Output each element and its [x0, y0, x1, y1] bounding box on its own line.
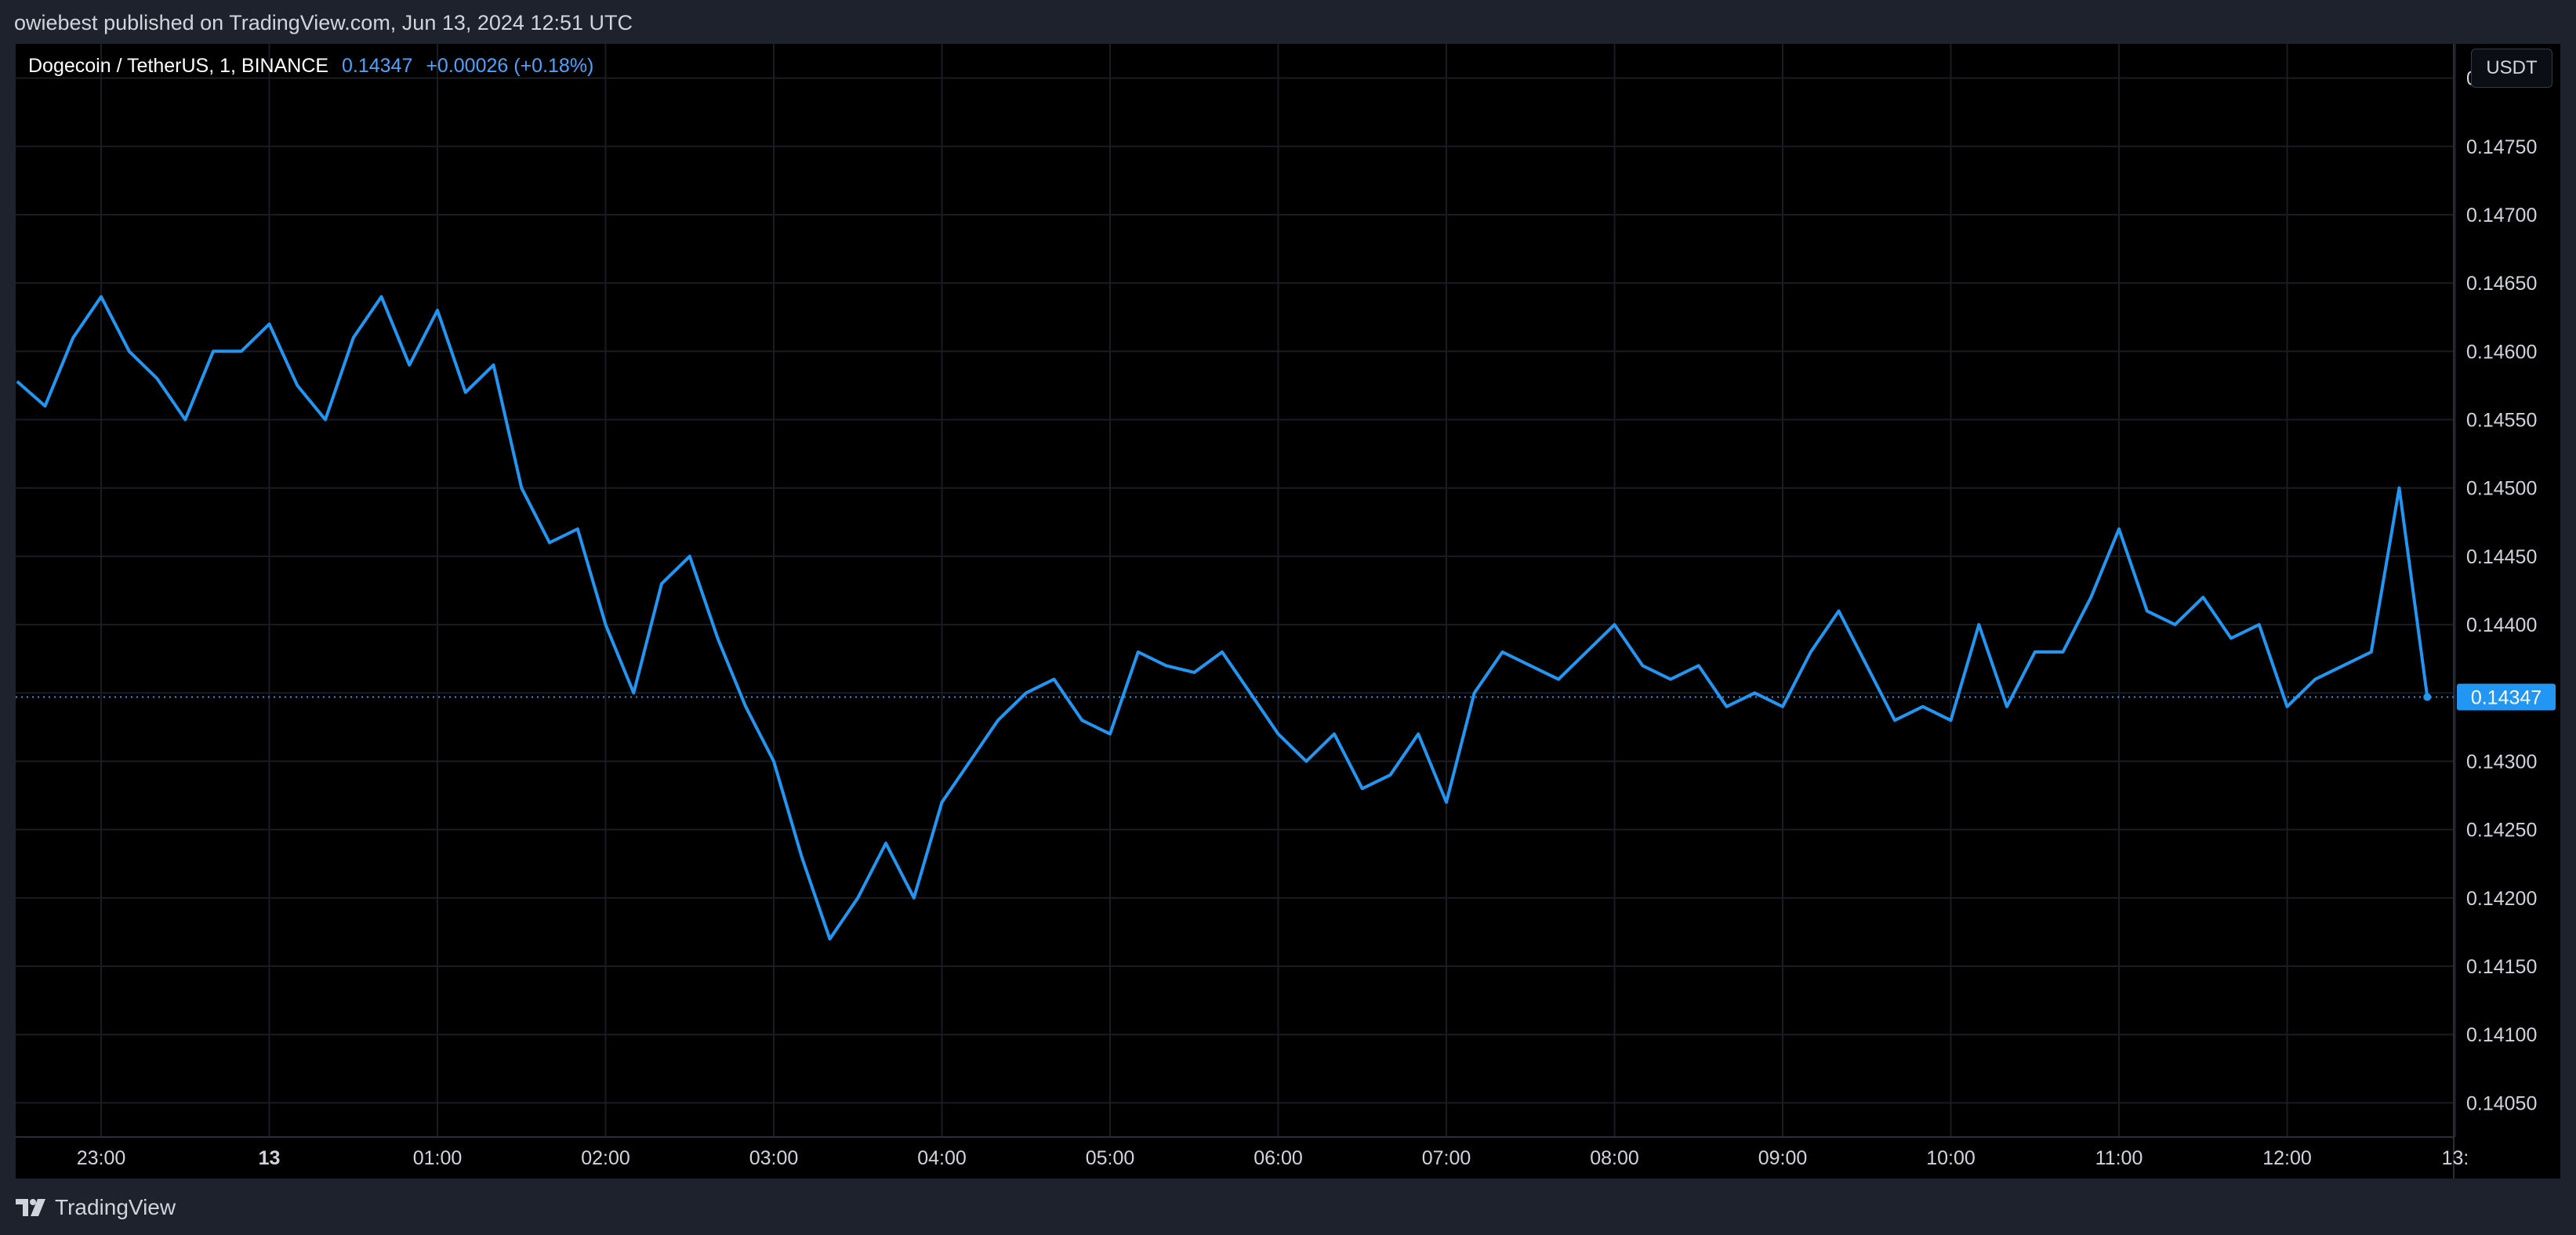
y-tick-label: 0.14600 — [2466, 341, 2537, 363]
y-tick-label: 0.14650 — [2466, 273, 2537, 295]
x-tick-label: 12:00 — [2262, 1147, 2312, 1169]
y-tick-label: 0.14250 — [2466, 820, 2537, 842]
x-tick-label: 13 — [259, 1147, 281, 1169]
x-tick-label: 06:00 — [1254, 1147, 1303, 1169]
legend-last-price: 0.14347 — [342, 55, 413, 77]
y-tick-label: 0.14450 — [2466, 546, 2537, 568]
y-tick-label: 0.14400 — [2466, 614, 2537, 636]
tradingview-brand[interactable]: TradingView — [14, 1194, 176, 1221]
y-tick-label: 0.14050 — [2466, 1092, 2537, 1114]
y-tick-label: 0.14750 — [2466, 136, 2537, 158]
publish-info-text: owiebest published on TradingView.com, J… — [14, 11, 633, 34]
x-tick-label: 09:00 — [1758, 1147, 1808, 1169]
symbol-legend: Dogecoin / TetherUS, 1, BINANCE 0.14347 … — [28, 55, 593, 78]
x-tick-label: 23:00 — [77, 1147, 126, 1169]
x-tick-label: 04:00 — [917, 1147, 967, 1169]
chart-area[interactable]: 0.148000.147500.147000.146500.146000.145… — [16, 44, 2560, 1179]
y-tick-label: 0.14300 — [2466, 751, 2537, 773]
x-tick-label: 02:00 — [581, 1147, 630, 1169]
tradingview-brand-text: TradingView — [55, 1195, 176, 1219]
x-tick-label: 11:00 — [2095, 1147, 2143, 1169]
y-tick-label: 0.14200 — [2466, 888, 2537, 910]
last-price-tag-text: 0.14347 — [2471, 687, 2542, 709]
x-tick-label: 13: — [2442, 1147, 2469, 1169]
footer: TradingView — [0, 1179, 2576, 1235]
price-chart[interactable]: 0.148000.147500.147000.146500.146000.145… — [16, 44, 2560, 1179]
x-tick-label: 01:00 — [413, 1147, 463, 1169]
x-tick-label: 08:00 — [1590, 1147, 1639, 1169]
y-tick-label: 0.14550 — [2466, 410, 2537, 432]
x-tick-label: 03:00 — [749, 1147, 799, 1169]
price-axis[interactable]: 0.148000.147500.147000.146500.146000.145… — [2466, 68, 2537, 1115]
publish-header: owiebest published on TradingView.com, J… — [0, 0, 2576, 44]
last-price-tag: 0.14347 — [2457, 683, 2556, 711]
tradingview-logo-icon — [16, 1199, 45, 1216]
y-tick-label: 0.14500 — [2466, 478, 2537, 500]
y-tick-label: 0.14150 — [2466, 956, 2537, 978]
x-tick-label: 05:00 — [1086, 1147, 1135, 1169]
x-tick-label: 07:00 — [1422, 1147, 1471, 1169]
time-axis[interactable]: 23:00 13 01:00 02:00 03:00 04:00 05:00 06:00 07:… — [77, 1147, 2469, 1169]
x-tick-label: 10:00 — [1926, 1147, 1976, 1169]
y-tick-label: 0.14700 — [2466, 205, 2537, 226]
plot-background — [16, 44, 2454, 1137]
legend-price-change: +0.00026 (+0.18%) — [426, 55, 594, 77]
currency-button[interactable]: USDT — [2471, 49, 2552, 88]
symbol-title: Dogecoin / TetherUS, 1, BINANCE — [28, 55, 329, 77]
last-price-point — [2423, 693, 2432, 701]
y-tick-label: 0.14100 — [2466, 1024, 2537, 1046]
